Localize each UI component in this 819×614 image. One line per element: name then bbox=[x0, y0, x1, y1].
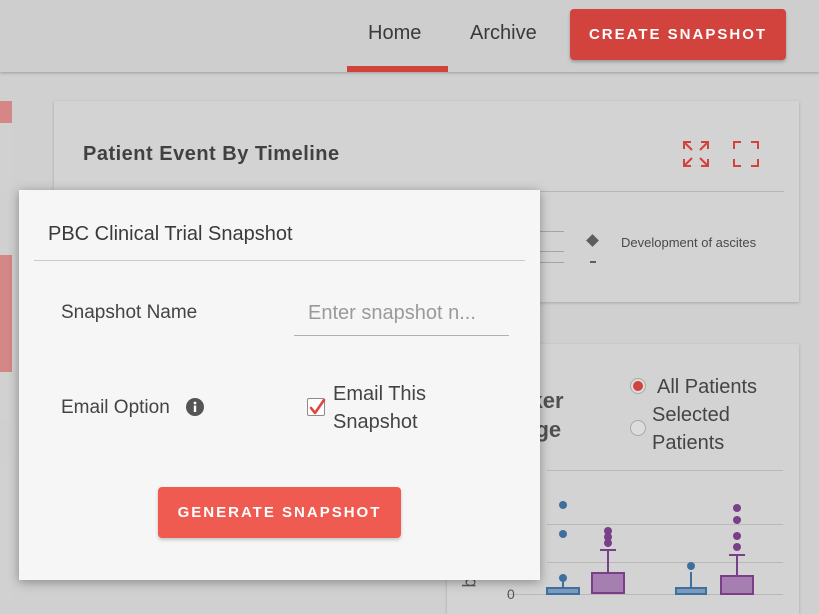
info-icon[interactable] bbox=[186, 398, 204, 416]
chart-line bbox=[540, 251, 564, 252]
tab-home[interactable]: Home bbox=[368, 22, 421, 45]
email-checkbox-label[interactable]: Email This Snapshot bbox=[333, 380, 443, 436]
email-option-label: Email Option bbox=[61, 397, 170, 418]
snapshot-name-label: Snapshot Name bbox=[61, 302, 198, 323]
sidebar-edge bbox=[0, 462, 12, 600]
chart-line bbox=[540, 262, 564, 263]
sidebar-edge-accent bbox=[0, 255, 12, 372]
diamond-marker-icon bbox=[586, 234, 599, 247]
expand-icon[interactable] bbox=[681, 139, 711, 169]
email-checkbox[interactable] bbox=[307, 398, 326, 416]
sidebar-edge bbox=[0, 372, 12, 419]
boxplot-series-2 bbox=[591, 527, 625, 594]
boxplot-series-2 bbox=[720, 504, 754, 595]
chart-line bbox=[540, 231, 564, 232]
checkmark-icon bbox=[309, 399, 326, 415]
modal-divider bbox=[34, 260, 525, 261]
tab-archive[interactable]: Archive bbox=[470, 22, 537, 45]
sidebar-edge bbox=[0, 123, 12, 190]
fullscreen-icon[interactable] bbox=[731, 139, 761, 169]
snapshot-modal: PBC Clinical Trial Snapshot Snapshot Nam… bbox=[19, 190, 540, 580]
modal-title: PBC Clinical Trial Snapshot bbox=[48, 223, 293, 245]
sidebar-edge-accent bbox=[0, 101, 12, 123]
top-header: Home Archive CREATE SNAPSHOT bbox=[0, 0, 819, 72]
legend-item: Development of ascites bbox=[621, 235, 757, 250]
boxplot-series-1 bbox=[546, 501, 580, 595]
create-snapshot-button[interactable]: CREATE SNAPSHOT bbox=[570, 9, 786, 60]
generate-snapshot-button[interactable]: GENERATE SNAPSHOT bbox=[158, 487, 401, 538]
boxplot-series-1 bbox=[675, 562, 707, 595]
card-title: Patient Event By Timeline bbox=[83, 143, 340, 165]
snapshot-name-input[interactable] bbox=[294, 292, 509, 336]
email-checkbox-text: Email This Snapshot bbox=[333, 383, 426, 433]
active-tab-indicator bbox=[347, 66, 448, 72]
legend-dash bbox=[590, 261, 596, 263]
